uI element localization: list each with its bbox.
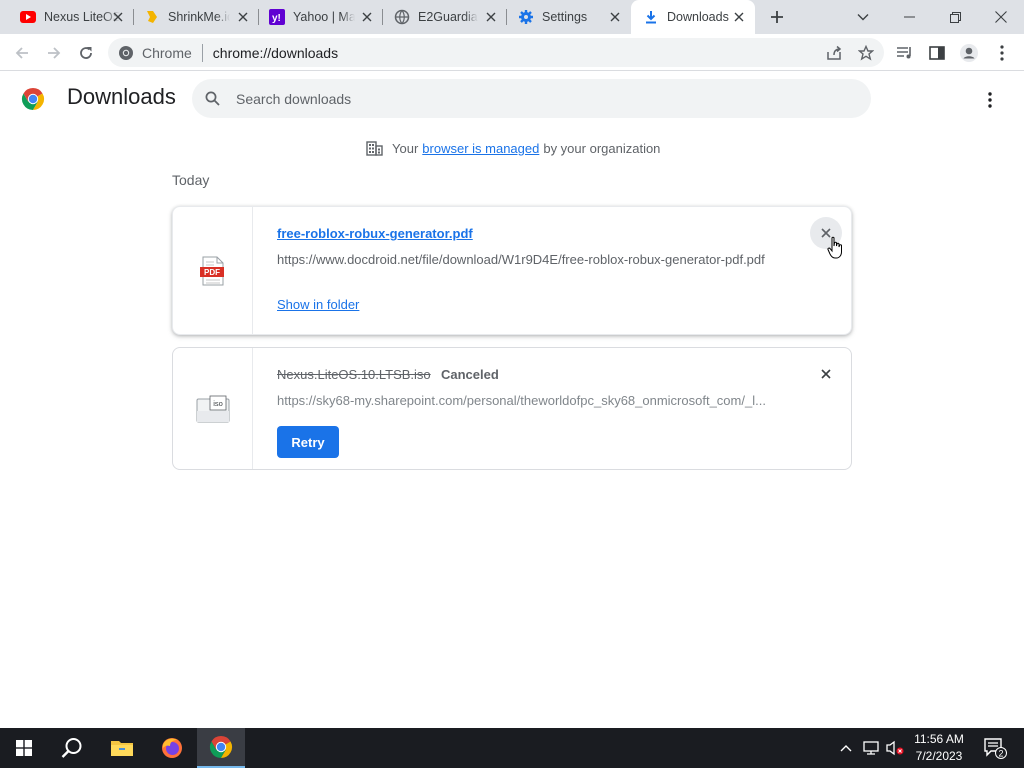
- managed-suffix: by your organization: [543, 141, 661, 156]
- bookmark-star-icon[interactable]: [857, 44, 875, 62]
- close-tab-icon[interactable]: [235, 9, 251, 25]
- site-label: Chrome: [142, 44, 192, 61]
- hand-cursor-icon: [827, 236, 845, 265]
- tab-settings[interactable]: Settings: [507, 0, 631, 34]
- close-icon: [821, 369, 831, 379]
- tab-yahoo-mail[interactable]: y! Yahoo | Mail: [259, 0, 383, 34]
- file-name-canceled: Nexus.LiteOS.10.LTSB.iso: [277, 367, 431, 382]
- tab-title: Settings: [542, 10, 588, 24]
- clock-date: 7/2/2023: [915, 749, 963, 763]
- new-tab-button[interactable]: [766, 6, 788, 28]
- close-tab-icon[interactable]: [731, 9, 747, 25]
- youtube-icon: [20, 9, 36, 25]
- side-panel-icon[interactable]: [927, 43, 947, 63]
- close-tab-icon[interactable]: [359, 9, 375, 25]
- download-icon: [643, 9, 659, 25]
- windows-taskbar: 11:56 AM 7/2/2023 2: [0, 728, 1024, 768]
- windows-start-icon[interactable]: [0, 728, 48, 768]
- chrome-taskbar-icon[interactable]: [197, 728, 245, 768]
- share-icon[interactable]: [825, 44, 843, 62]
- search-input[interactable]: [236, 88, 836, 110]
- settings-gear-icon: [518, 9, 534, 25]
- downloads-menu-kebab-icon[interactable]: [978, 88, 1002, 112]
- tab-title: Nexus LiteOS: [44, 10, 120, 24]
- remove-from-list-button[interactable]: [810, 358, 842, 390]
- iso-file-icon: iso: [196, 395, 229, 422]
- action-center-icon[interactable]: 2: [980, 736, 1010, 760]
- page-title: Downloads: [67, 84, 176, 109]
- search-taskbar-icon[interactable]: [48, 728, 96, 768]
- file-explorer-icon[interactable]: [98, 728, 146, 768]
- show-in-folder-link[interactable]: Show in folder: [277, 297, 359, 312]
- svg-text:y!: y!: [272, 13, 281, 24]
- chrome-logo-icon: [21, 87, 45, 111]
- reload-icon[interactable]: [74, 41, 98, 65]
- tab-youtube[interactable]: Nexus LiteOS: [0, 0, 134, 34]
- chrome-site-icon: [119, 45, 133, 60]
- file-icon-column: PDF: [173, 207, 253, 334]
- search-downloads-box[interactable]: [192, 79, 871, 118]
- file-icon-column: iso: [173, 348, 253, 469]
- file-name-link[interactable]: free-roblox-robux-generator.pdf: [277, 226, 473, 241]
- managed-prefix: Your: [392, 141, 419, 156]
- restore-button[interactable]: [932, 0, 978, 34]
- tab-e2guardian[interactable]: E2Guardian: [383, 0, 507, 34]
- volume-muted-icon[interactable]: [885, 739, 905, 757]
- pdf-file-icon: PDF: [199, 256, 224, 285]
- close-window-button[interactable]: [978, 0, 1024, 34]
- source-url[interactable]: https://sky68-my.sharepoint.com/personal…: [277, 393, 781, 408]
- browser-managed-link[interactable]: browser is managed: [422, 141, 539, 156]
- url-text[interactable]: chrome://downloads: [213, 45, 338, 61]
- search-icon: [205, 91, 220, 111]
- show-hidden-icons-chevron-up-icon[interactable]: [836, 739, 856, 757]
- site-chip[interactable]: Chrome: [118, 45, 192, 61]
- tab-title: ShrinkMe.io: [168, 10, 230, 24]
- managed-notice: Your browser is managed by your organiza…: [366, 141, 660, 156]
- browser-toolbar: Chrome chrome://downloads: [0, 34, 1024, 71]
- shrinkme-icon: [144, 9, 160, 25]
- media-queue-icon[interactable]: [895, 43, 915, 63]
- close-tab-icon[interactable]: [607, 9, 623, 25]
- notification-count: 2: [998, 749, 1003, 759]
- forward-arrow-icon[interactable]: [42, 41, 66, 65]
- status-badge: Canceled: [441, 367, 499, 382]
- file-type-label: PDF: [204, 268, 220, 277]
- chrome-menu-kebab-icon[interactable]: [992, 43, 1012, 63]
- profile-avatar-icon[interactable]: [959, 43, 979, 63]
- source-url[interactable]: https://www.docdroid.net/file/download/W…: [277, 252, 781, 267]
- file-type-label: iso: [213, 399, 223, 408]
- tab-title: Yahoo | Mail: [293, 10, 355, 24]
- globe-icon: [394, 9, 410, 25]
- close-tab-icon[interactable]: [483, 9, 499, 25]
- address-bar[interactable]: Chrome chrome://downloads: [108, 38, 884, 67]
- building-icon: [366, 141, 383, 156]
- clock-time: 11:56 AM: [914, 732, 964, 746]
- yahoo-icon: y!: [269, 9, 285, 25]
- minimize-button[interactable]: [886, 0, 932, 34]
- close-tab-icon[interactable]: [110, 9, 126, 25]
- section-header-today: Today: [172, 172, 210, 188]
- tab-downloads[interactable]: Downloads: [631, 0, 755, 34]
- back-arrow-icon[interactable]: [10, 41, 34, 65]
- tab-shrinkme[interactable]: ShrinkMe.io: [134, 0, 259, 34]
- download-item: iso Nexus.LiteOS.10.LTSB.iso Canceled ht…: [172, 347, 852, 470]
- tab-search-chevron-down-icon[interactable]: [840, 0, 886, 34]
- tab-strip: Nexus LiteOS ShrinkMe.io y! Yahoo | Mail…: [0, 0, 1024, 34]
- taskbar-clock[interactable]: 11:56 AM 7/2/2023: [906, 731, 972, 765]
- tab-title: E2Guardian: [418, 10, 478, 24]
- firefox-icon[interactable]: [148, 728, 196, 768]
- retry-button[interactable]: Retry: [277, 426, 339, 458]
- network-icon[interactable]: [861, 739, 881, 757]
- download-item: PDF free-roblox-robux-generator.pdf http…: [172, 206, 852, 335]
- tab-title: Downloads: [667, 10, 729, 24]
- omnibox-divider: [201, 43, 203, 62]
